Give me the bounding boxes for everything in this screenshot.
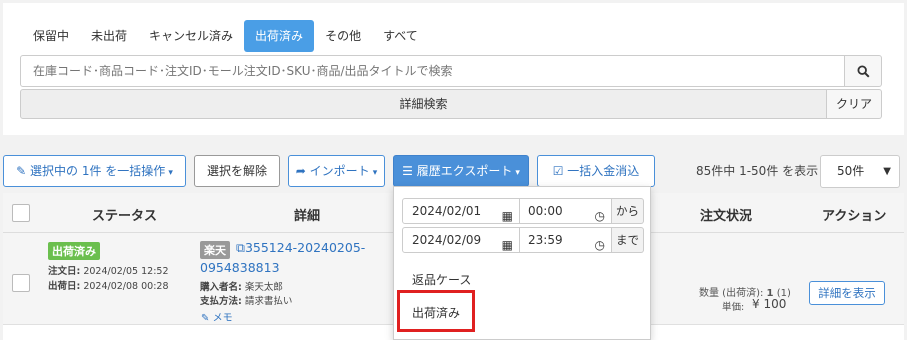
header-order-status: 注文状況 [700,209,753,224]
result-count: 85件中 1-50件 を表示 [696,164,819,178]
price-value: ¥ 100 [752,297,787,311]
from-date-input[interactable]: 2024/02/01 ▦ [402,198,520,224]
search-button[interactable] [845,55,882,87]
caret-down-icon: ▾ [168,168,173,178]
list-icon: ☰ [402,164,413,178]
header-action: アクション [822,209,887,224]
import-button[interactable]: ➦ インポート ▾ [288,155,385,187]
import-label: インポート [309,164,370,178]
caret-down-icon: ▾ [372,168,378,178]
row-checkbox[interactable] [12,274,30,292]
chevron-down-icon: ▼ [883,166,891,177]
calendar-icon: ▦ [501,238,513,252]
from-label: から [612,198,644,224]
clear-button[interactable]: クリア [827,89,882,119]
tab-all[interactable]: すべて [372,20,429,52]
checkbox-icon: ☑ [552,164,564,178]
export-history-button[interactable]: ☰ 履歴エクスポート ▾ [393,155,529,187]
ship-date: 出荷日: 2024/02/08 00:28 [48,281,169,292]
order-id-link-cont[interactable]: 0954838813 [200,260,280,275]
export-history-label: 履歴エクスポート [416,164,513,178]
detail-search-row: 詳細検索 クリア [20,89,882,119]
bulk-action-label: 選択中の 1件 を一括操作 [30,164,166,178]
per-page-value: 50件 [837,164,865,178]
search-bar [20,55,882,87]
per-page-select[interactable]: 50件 ▼ [820,155,900,188]
external-link-icon: ⧉ [236,240,245,255]
header-detail: 詳細 [294,209,321,224]
bulk-payment-button[interactable]: ☑ 一括入金消込 [537,155,655,187]
to-date-row: 2024/02/09 ▦ 23:59 ◷ まで [402,227,644,253]
to-label: まで [612,227,644,253]
select-all-checkbox[interactable] [12,204,30,222]
search-icon [856,64,870,78]
view-detail-button[interactable]: 詳細を表示 [809,281,885,305]
detail-search-button[interactable]: 詳細検索 [20,89,827,119]
status-badge: 出荷済み [48,242,100,260]
search-input[interactable] [20,55,845,87]
price-label: 単価: [722,302,745,313]
to-date-input[interactable]: 2024/02/09 ▦ [402,227,520,253]
bulk-payment-label: 一括入金消込 [567,164,640,178]
clock-icon: ◷ [594,238,605,252]
pencil-icon: ✎ [201,313,210,324]
tab-on-hold[interactable]: 保留中 [22,20,80,52]
to-time-input[interactable]: 23:59 ◷ [520,227,612,253]
memo-link[interactable]: ✎ メモ [201,309,233,324]
edit-icon: ✎ [16,164,27,178]
share-icon: ➦ [295,164,306,178]
tab-unshipped[interactable]: 未出荷 [80,20,138,52]
order-date: 注文日: 2024/02/05 12:52 [48,266,169,277]
order-id-link[interactable]: ⧉355124-20240205- [236,240,365,256]
highlight-box [397,290,475,332]
tab-other[interactable]: その他 [314,20,372,52]
status-tabs: 保留中 未出荷 キャンセル済み 出荷済み その他 すべて [22,20,429,52]
from-date-row: 2024/02/01 ▦ 00:00 ◷ から [402,198,644,224]
mall-badge: 楽天 [200,241,230,259]
calendar-icon: ▦ [501,209,513,223]
bulk-action-button[interactable]: ✎ 選択中の 1件 を一括操作 ▾ [3,155,186,187]
menu-item-returns[interactable]: 返品ケース [412,271,471,288]
tab-shipped[interactable]: 出荷済み [244,20,315,52]
header-status: ステータス [92,209,158,224]
tab-cancelled[interactable]: キャンセル済み [138,20,244,52]
from-time-input[interactable]: 00:00 ◷ [520,198,612,224]
caret-down-icon: ▾ [515,168,520,178]
clock-icon: ◷ [594,209,605,223]
buyer-name: 購入者名: 楽天太郎 [200,282,283,293]
payment-method: 支払方法: 請求書払い [200,296,293,307]
deselect-button[interactable]: 選択を解除 [194,155,280,187]
